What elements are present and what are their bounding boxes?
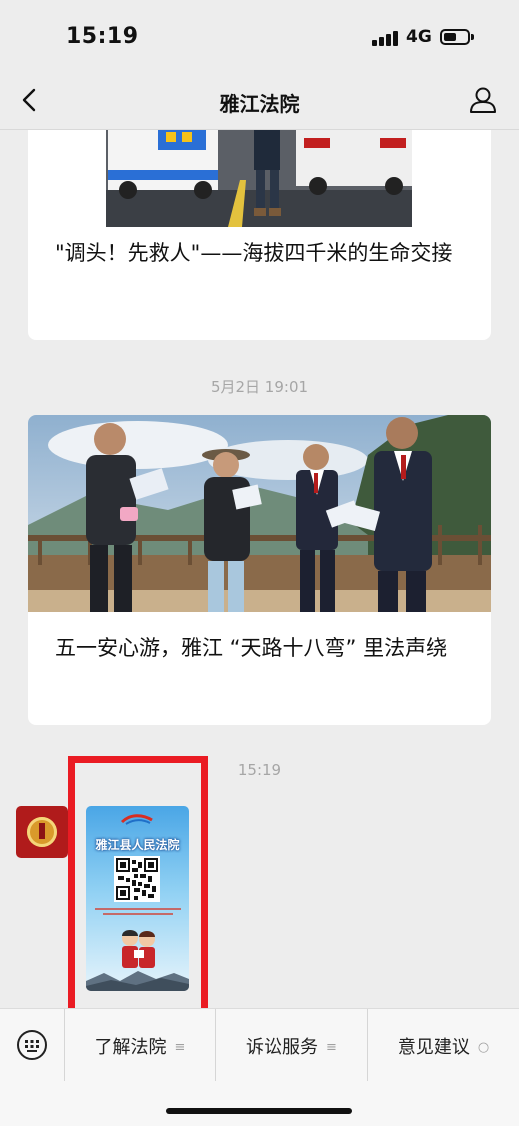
menu-item-label: 意见建议	[397, 1037, 470, 1058]
keyboard-toggle-button[interactable]	[0, 1009, 64, 1081]
menu-item-litigation-service[interactable]: 诉讼服务 ≡	[215, 1009, 367, 1081]
article-card[interactable]: 五一安心游，雅江 “天路十八弯” 里法声绕	[28, 415, 491, 725]
article-image-ambulance	[28, 130, 491, 227]
signal-icon	[372, 30, 400, 46]
home-indicator[interactable]	[166, 1108, 352, 1114]
article-title: 五一安心游，雅江 “天路十八弯” 里法声绕	[55, 636, 448, 660]
network-type: 4G	[406, 27, 432, 47]
timestamp: 5月2日 19:01	[210, 378, 309, 396]
chat-bubble-icon: ○	[477, 1040, 490, 1055]
nav-bar: 雅江法院	[0, 74, 519, 130]
menu-item-feedback[interactable]: 意见建议 ○	[367, 1009, 519, 1081]
menu-item-about-court[interactable]: 了解法院 ≡	[64, 1009, 215, 1081]
page-title: 雅江法院	[219, 92, 300, 116]
article-card[interactable]: "调头！先救人"——海拔四千米的生命交接	[28, 130, 491, 340]
article-title: "调头！先救人"——海拔四千米的生命交接	[55, 241, 453, 265]
menu-item-label: 诉讼服务	[246, 1037, 319, 1058]
highlight-box	[68, 756, 208, 1008]
message-feed[interactable]: "调头！先救人"——海拔四千米的生命交接 5月2日 19:01 五一安心游，雅江…	[0, 130, 519, 1008]
status-bar: 15:19 4G	[0, 0, 519, 74]
battery-icon	[440, 29, 474, 45]
article-image-officers	[28, 415, 491, 612]
court-avatar[interactable]	[16, 806, 68, 858]
menu-item-label: 了解法院	[94, 1037, 167, 1058]
submenu-icon: ≡	[326, 1040, 337, 1055]
profile-button[interactable]	[467, 84, 499, 116]
keyboard-icon	[17, 1030, 47, 1060]
status-time: 15:19	[66, 24, 139, 49]
person-icon	[470, 87, 496, 113]
court-emblem-icon	[27, 817, 57, 847]
submenu-icon: ≡	[174, 1040, 186, 1055]
